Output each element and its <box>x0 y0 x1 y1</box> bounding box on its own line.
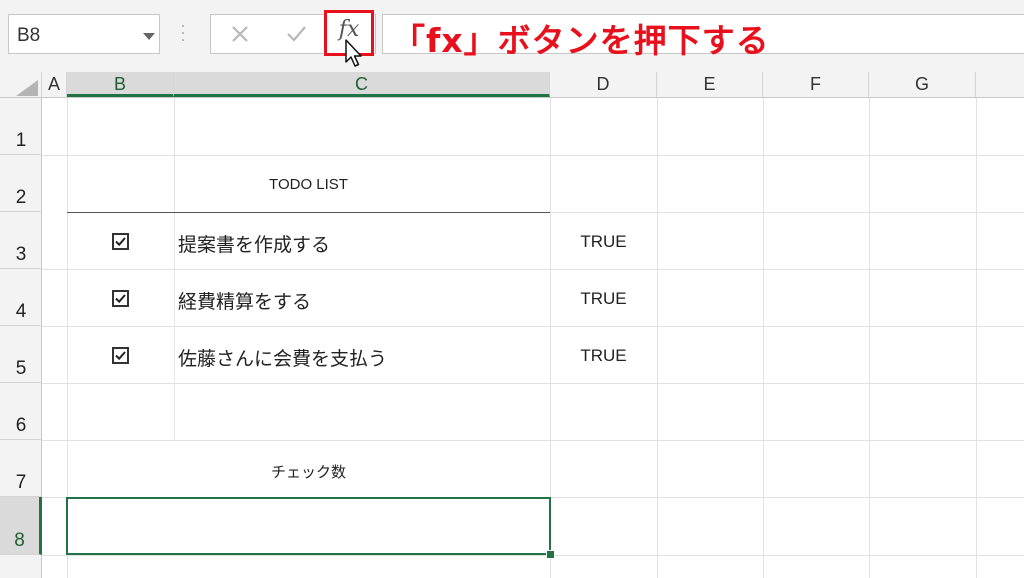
column-header-g[interactable]: G <box>869 72 976 97</box>
active-cell-b8[interactable] <box>66 497 551 555</box>
title-underline <box>67 212 550 213</box>
fill-handle[interactable] <box>546 550 555 559</box>
row-header-3[interactable]: 3 <box>0 212 42 269</box>
todo-list-title: TODO LIST <box>269 176 348 193</box>
task-2-value: TRUE <box>580 289 627 308</box>
row-header-5[interactable]: 5 <box>0 326 42 383</box>
check-icon[interactable] <box>283 21 309 47</box>
gridline <box>550 212 1024 213</box>
row-header-4[interactable]: 4 <box>0 269 42 326</box>
column-header-f[interactable]: F <box>763 72 869 97</box>
annotation-label: 「fx」ボタンを押下する <box>392 21 770 60</box>
name-box-value: B8 <box>17 25 41 46</box>
select-all-icon[interactable] <box>16 80 38 96</box>
chevron-down-icon[interactable] <box>143 33 155 40</box>
gridline <box>42 269 1024 270</box>
row-header-8[interactable]: 8 <box>0 497 42 555</box>
row-header-bar: 1 2 3 4 5 6 7 8 <box>0 98 42 578</box>
task-3-checkbox[interactable] <box>112 347 129 364</box>
column-header-bar: A B C D E F G <box>0 72 1024 98</box>
column-header-b[interactable]: B <box>67 72 174 97</box>
mouse-pointer-icon <box>344 38 366 70</box>
column-header-e[interactable]: E <box>657 72 763 97</box>
row-header-7[interactable]: 7 <box>0 440 42 497</box>
cancel-icon[interactable] <box>227 21 253 47</box>
column-header-d[interactable]: D <box>550 72 657 97</box>
splitter-handle-icon[interactable]: · · · <box>180 20 186 48</box>
task-2-checkbox[interactable] <box>112 290 129 307</box>
formula-bar: B8 · · · fx 「fx」ボタンを押下する <box>0 0 1024 72</box>
task-2-label: 経費精算をする <box>178 292 312 313</box>
task-3-label: 佐藤さんに会費を支払う <box>178 349 388 370</box>
gridline <box>42 555 1024 556</box>
gridline <box>42 383 1024 384</box>
row-header-2[interactable]: 2 <box>0 155 42 212</box>
column-header-a[interactable]: A <box>42 72 67 97</box>
column-header-h[interactable] <box>976 72 1024 97</box>
gridline <box>42 326 1024 327</box>
gridline <box>42 440 1024 441</box>
gridline <box>657 98 658 578</box>
row-header-6[interactable]: 6 <box>0 383 42 440</box>
task-1-value: TRUE <box>580 232 627 251</box>
task-1-checkbox[interactable] <box>112 233 129 250</box>
row-header-1[interactable]: 1 <box>0 98 42 155</box>
gridline <box>42 155 1024 156</box>
name-box[interactable]: B8 <box>8 14 160 54</box>
task-3-value: TRUE <box>580 346 627 365</box>
task-1-label: 提案書を作成する <box>178 235 331 256</box>
gridline <box>763 98 764 578</box>
gridline <box>869 98 870 578</box>
column-header-c[interactable]: C <box>174 72 550 97</box>
check-count-label: チェック数 <box>270 464 346 481</box>
gridline <box>976 98 977 578</box>
